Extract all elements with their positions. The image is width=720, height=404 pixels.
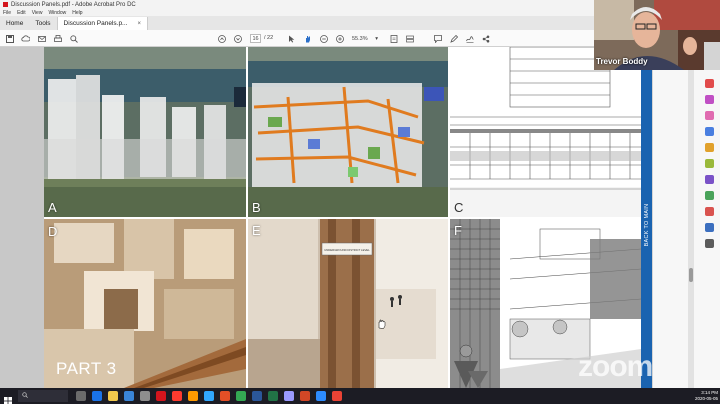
panel-c-drawing: C	[450, 47, 641, 217]
screen: Discussion Panels.pdf - Adobe Acrobat Pr…	[0, 0, 720, 404]
menu-help[interactable]: Help	[72, 10, 82, 16]
back-to-main-link[interactable]: BACK TO MAIN	[642, 196, 651, 256]
participant-name: Trevor Boddy	[596, 57, 648, 66]
menu-view[interactable]: View	[32, 10, 43, 16]
store-icon[interactable]	[140, 391, 150, 401]
document-left-margin	[0, 47, 44, 388]
panel-b-image: B	[248, 47, 448, 217]
window-title: Discussion Panels.pdf - Adobe Acrobat Pr…	[11, 1, 136, 8]
adobe-reader-icon[interactable]	[332, 391, 342, 401]
tab-home-label: Home	[6, 20, 24, 27]
vertical-scrollbar[interactable]	[688, 47, 694, 388]
page-fit-icon[interactable]	[388, 33, 399, 44]
next-page-icon[interactable]	[232, 33, 243, 44]
panel-a-image: A	[44, 47, 246, 217]
excel-icon[interactable]	[268, 391, 278, 401]
highlight-pen-icon[interactable]	[448, 33, 459, 44]
panel-label-c: C	[454, 200, 464, 215]
more-tools-icon[interactable]	[705, 239, 714, 248]
task-view-icon[interactable]	[76, 391, 86, 401]
redact-icon[interactable]	[705, 207, 714, 216]
word-icon[interactable]	[252, 391, 262, 401]
select-cursor-icon[interactable]	[286, 33, 297, 44]
pdf-page[interactable]: A B C D UNDERGROUND DISTRICT LEVEL E F	[44, 47, 652, 388]
zoom-level-dropdown[interactable]: 55.3% ▾	[352, 34, 378, 43]
menu-window[interactable]: Window	[48, 10, 66, 16]
panel-label-f: F	[454, 223, 462, 238]
model-sign-text: UNDERGROUND DISTRICT LEVEL	[324, 248, 370, 252]
menu-edit[interactable]: Edit	[17, 10, 26, 16]
create-pdf-icon[interactable]	[705, 95, 714, 104]
share-icon[interactable]	[480, 33, 491, 44]
zoom-in-icon[interactable]	[334, 33, 345, 44]
close-icon[interactable]: ×	[137, 21, 141, 27]
previous-page-icon[interactable]	[216, 33, 227, 44]
export-pdf-icon[interactable]	[705, 79, 714, 88]
panel-label-a: A	[48, 200, 57, 215]
windows-start-icon[interactable]	[4, 392, 12, 404]
indesign-icon[interactable]	[220, 391, 230, 401]
zoom-level: 55.3%	[352, 35, 368, 42]
search-icon	[22, 392, 28, 400]
hand-tool-icon[interactable]	[302, 33, 313, 44]
scrollbar-thumb[interactable]	[689, 268, 693, 282]
save-icon[interactable]	[4, 33, 15, 44]
print-icon[interactable]	[52, 33, 63, 44]
panel-label-e: E	[252, 223, 261, 238]
search-icon[interactable]	[68, 33, 79, 44]
tab-document[interactable]: Discussion Panels.p... ×	[56, 17, 148, 30]
tab-tools-label: Tools	[35, 20, 51, 27]
page-number-input[interactable]: 16	[250, 34, 261, 43]
upload-cloud-icon[interactable]	[20, 33, 31, 44]
panel-e-image: UNDERGROUND DISTRICT LEVEL E	[248, 219, 448, 388]
sign-icon[interactable]	[464, 33, 475, 44]
tab-document-label: Discussion Panels.p...	[63, 20, 128, 27]
combine-files-icon[interactable]	[705, 143, 714, 152]
premiere-icon[interactable]	[284, 391, 294, 401]
system-clock[interactable]: 3:14 PM 2020-05-05	[686, 390, 718, 402]
zoom-watermark: zoom	[578, 350, 653, 383]
optimize-pdf-icon[interactable]	[705, 191, 714, 200]
photoshop-icon[interactable]	[204, 391, 214, 401]
acrobat-icon	[3, 2, 8, 7]
mail-icon[interactable]	[124, 391, 134, 401]
acrobat-taskbar-icon[interactable]	[156, 391, 166, 401]
tab-tools[interactable]: Tools	[29, 17, 56, 30]
comment-tool-icon[interactable]	[705, 127, 714, 136]
comment-icon[interactable]	[432, 33, 443, 44]
scroll-mode-icon[interactable]	[404, 33, 415, 44]
chevron-down-icon: ▾	[375, 35, 378, 42]
powerpoint-icon[interactable]	[300, 391, 310, 401]
email-icon[interactable]	[36, 33, 47, 44]
edge-icon[interactable]	[92, 391, 102, 401]
illustrator-icon[interactable]	[188, 391, 198, 401]
panel-label-b: B	[252, 200, 261, 215]
windows-taskbar: 3:14 PM 2020-05-05	[0, 388, 720, 404]
part-label: PART 3	[56, 359, 117, 378]
chrome-icon[interactable]	[236, 391, 246, 401]
zoom-out-icon[interactable]	[318, 33, 329, 44]
back-to-main-label: BACK TO MAIN	[644, 203, 650, 247]
clock-date: 2020-05-05	[694, 396, 718, 401]
file-explorer-icon[interactable]	[108, 391, 118, 401]
fill-sign-icon[interactable]	[705, 175, 714, 184]
zoom-app-icon[interactable]	[316, 391, 326, 401]
panel-label-d: D	[48, 224, 58, 239]
mouse-cursor-icon	[378, 316, 386, 329]
tab-home[interactable]: Home	[0, 17, 29, 30]
adobe-cc-icon[interactable]	[172, 391, 182, 401]
edit-pdf-icon[interactable]	[705, 111, 714, 120]
page-total: / 22	[264, 35, 274, 41]
taskbar-search[interactable]	[18, 390, 68, 402]
protect-icon[interactable]	[705, 223, 714, 232]
organize-pages-icon[interactable]	[705, 159, 714, 168]
menu-file[interactable]: File	[3, 10, 11, 16]
